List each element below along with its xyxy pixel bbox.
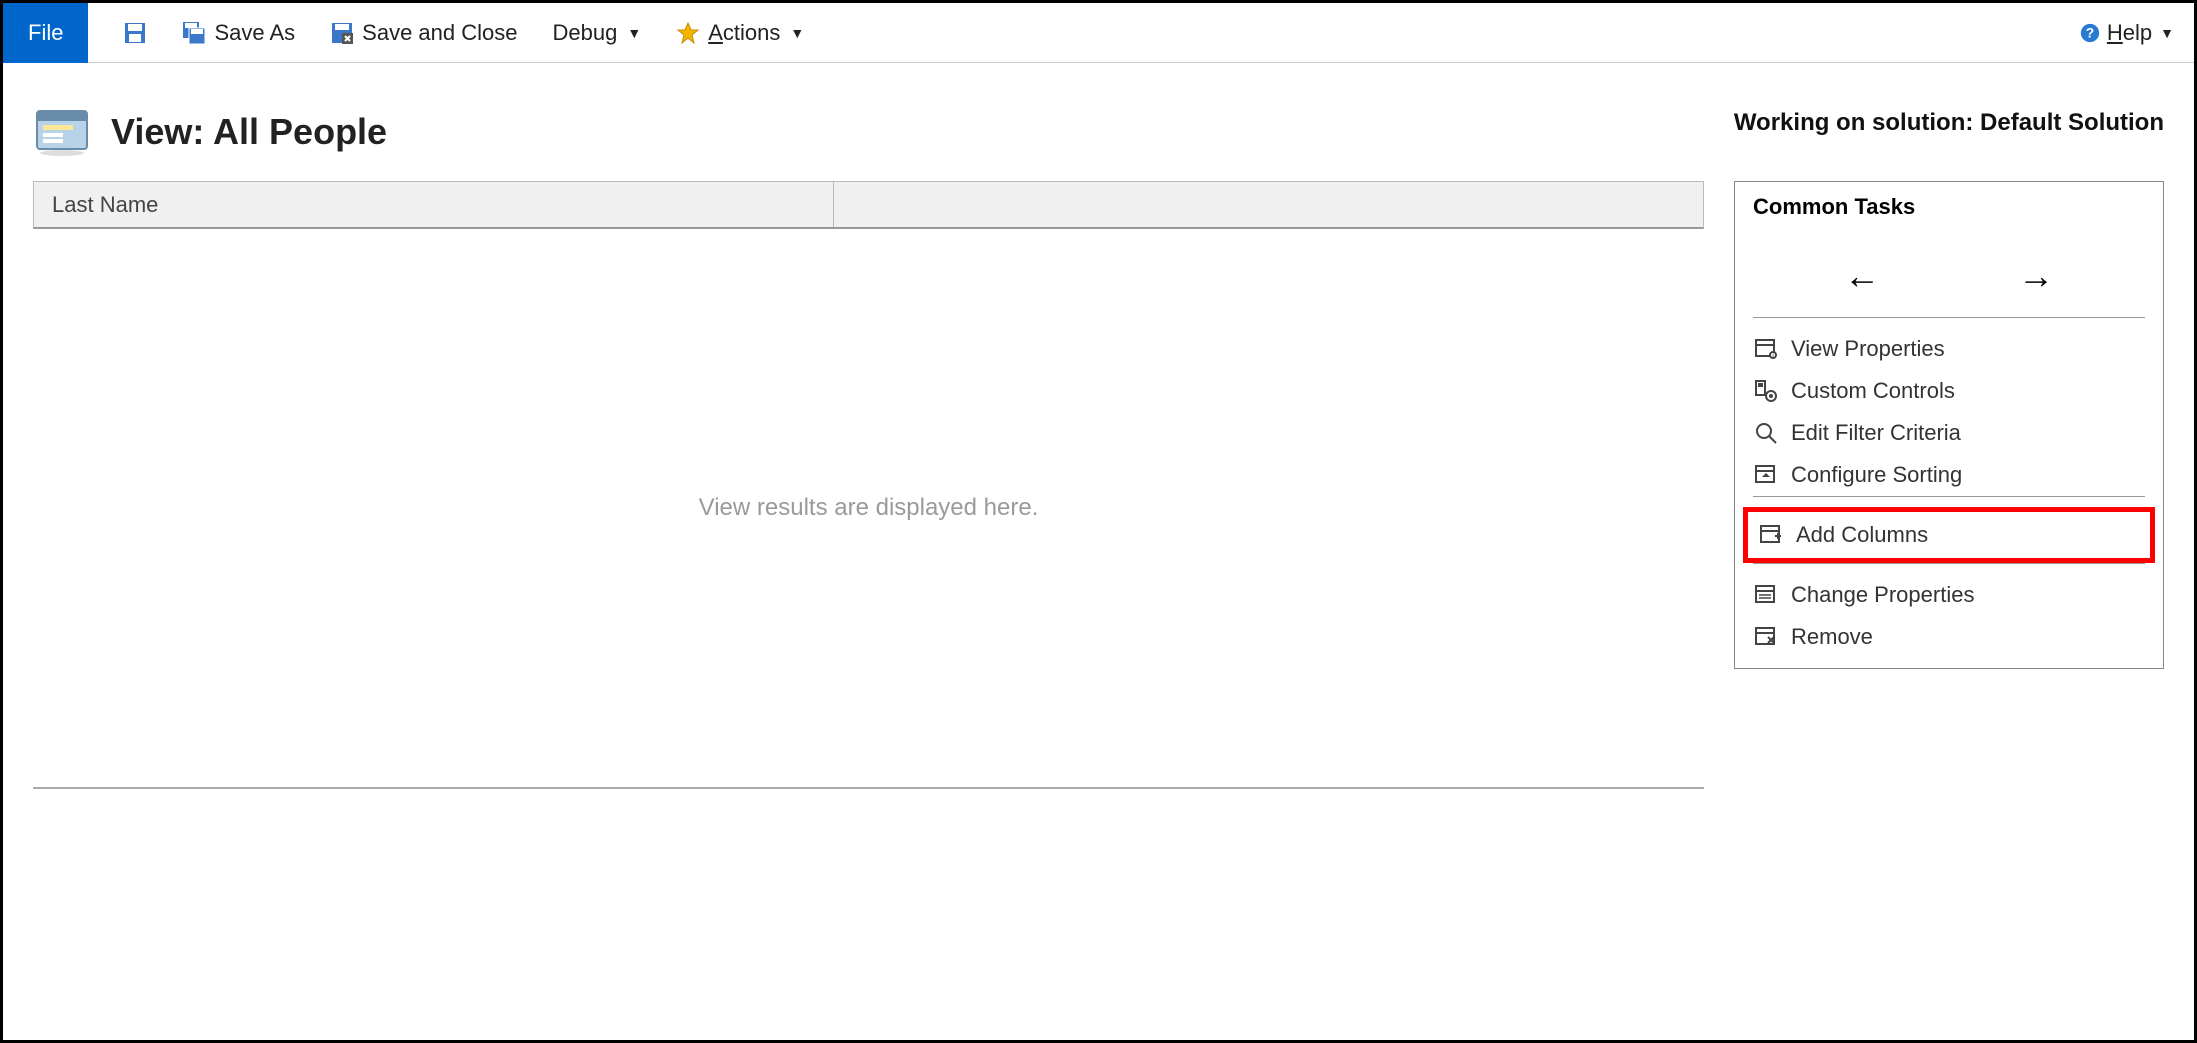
actions-label: Actions — [708, 20, 780, 46]
task-custom-controls[interactable]: Custom Controls — [1753, 370, 2145, 412]
task-edit-filter-criteria[interactable]: Edit Filter Criteria — [1753, 412, 2145, 454]
task-label: Change Properties — [1791, 582, 1974, 608]
tasks-title: Common Tasks — [1735, 194, 2163, 230]
save-as-button[interactable]: Save As — [182, 20, 295, 46]
common-tasks-panel: Common Tasks ← → i View Properties Custo… — [1734, 181, 2164, 669]
save-close-icon — [330, 21, 354, 45]
add-columns-icon — [1758, 522, 1784, 548]
task-view-properties[interactable]: i View Properties — [1753, 328, 2145, 370]
save-close-label: Save and Close — [362, 20, 517, 46]
solution-status: Working on solution: Default Solution — [1734, 109, 2164, 137]
page-header: View: All People Working on solution: De… — [3, 63, 2194, 181]
task-label: Remove — [1791, 624, 1873, 650]
task-label: Configure Sorting — [1791, 462, 1962, 488]
page-title: View: All People — [111, 111, 387, 153]
results-placeholder: View results are displayed here. — [699, 494, 1039, 522]
toolbar: File Save As Save and Close Debug ▼ Acti… — [3, 3, 2194, 63]
column-header-empty — [834, 182, 1703, 227]
actions-menu[interactable]: Actions ▼ — [676, 20, 804, 46]
save-as-label: Save As — [214, 20, 295, 46]
task-label: Add Columns — [1796, 522, 1928, 548]
debug-label: Debug — [553, 20, 618, 46]
save-as-icon — [182, 21, 206, 45]
results-grid: Last Name View results are displayed her… — [33, 181, 1704, 789]
view-window-icon — [33, 103, 91, 161]
chevron-down-icon: ▼ — [790, 25, 804, 41]
task-configure-sorting[interactable]: Configure Sorting — [1753, 454, 2145, 496]
filter-icon — [1753, 420, 1779, 446]
sort-icon — [1753, 462, 1779, 488]
nav-back-arrow[interactable]: ← — [1844, 255, 1880, 297]
task-remove[interactable]: Remove — [1753, 616, 2145, 658]
save-icon — [123, 21, 147, 45]
task-change-properties[interactable]: Change Properties — [1753, 574, 2145, 616]
custom-controls-icon — [1753, 378, 1779, 404]
column-header-last-name[interactable]: Last Name — [34, 182, 834, 227]
task-label: View Properties — [1791, 336, 1945, 362]
debug-menu[interactable]: Debug ▼ — [553, 20, 642, 46]
svg-text:?: ? — [2086, 25, 2094, 40]
file-menu[interactable]: File — [3, 3, 88, 63]
help-icon: ? — [2079, 22, 2101, 44]
grid-header-row: Last Name — [33, 181, 1704, 229]
task-label: Edit Filter Criteria — [1791, 420, 1961, 446]
nav-forward-arrow[interactable]: → — [2018, 255, 2054, 297]
actions-star-icon — [676, 21, 700, 45]
view-properties-icon: i — [1753, 336, 1779, 362]
task-add-columns[interactable]: Add Columns — [1758, 518, 2140, 552]
task-label: Custom Controls — [1791, 378, 1955, 404]
chevron-down-icon: ▼ — [2160, 25, 2174, 41]
help-label: Help — [2107, 20, 2152, 46]
save-and-close-button[interactable]: Save and Close — [330, 20, 517, 46]
save-button[interactable] — [123, 21, 147, 45]
chevron-down-icon: ▼ — [627, 25, 641, 41]
help-menu[interactable]: ? Help ▼ — [2079, 20, 2174, 46]
add-columns-highlight: Add Columns — [1743, 507, 2155, 563]
change-properties-icon — [1753, 582, 1779, 608]
remove-icon — [1753, 624, 1779, 650]
svg-text:i: i — [1772, 353, 1773, 359]
